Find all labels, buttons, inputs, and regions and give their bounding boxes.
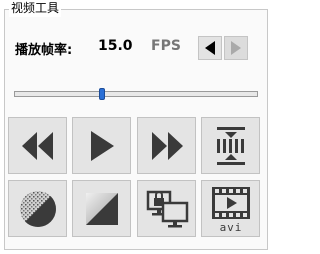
fps-label: 播放帧率:	[15, 43, 73, 58]
triangle-left-icon	[205, 41, 215, 55]
triangle-right-icon	[231, 41, 241, 55]
noise-circle-button[interactable]	[8, 180, 67, 237]
panel-title: 视频工具	[9, 0, 62, 17]
rewind-button[interactable]	[8, 117, 67, 174]
avi-label: avi	[219, 221, 242, 233]
frame-split-icon	[216, 126, 245, 165]
rewind-icon	[21, 131, 53, 160]
export-avi-button[interactable]: avi	[201, 180, 260, 237]
fps-value: 15.0	[98, 38, 133, 54]
play-icon	[90, 130, 114, 161]
fps-decrease-button[interactable]	[198, 36, 222, 60]
fast-forward-button[interactable]	[137, 117, 196, 174]
gradient-button[interactable]	[72, 180, 131, 237]
play-button[interactable]	[72, 117, 131, 174]
avi-film-icon: avi	[211, 186, 250, 233]
slider-track[interactable]	[14, 91, 258, 97]
slider-thumb[interactable]	[98, 88, 105, 100]
remote-display-icon	[146, 190, 188, 227]
noise-circle-icon	[19, 190, 56, 227]
gradient-icon	[85, 192, 118, 225]
playback-slider[interactable]	[14, 88, 258, 100]
fast-forward-icon	[151, 131, 183, 160]
fps-unit: FPS	[151, 38, 181, 54]
fps-increase-button[interactable]	[224, 36, 248, 60]
frame-split-button[interactable]	[201, 117, 260, 174]
remote-display-button[interactable]	[137, 180, 196, 237]
